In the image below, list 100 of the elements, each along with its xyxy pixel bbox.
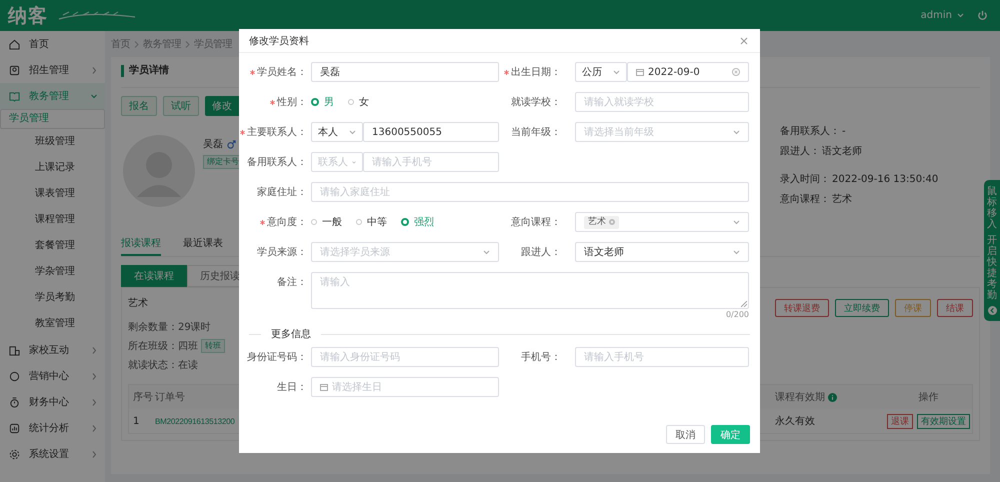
breadcrumb-link[interactable]: 学员管理 [194,37,232,51]
field-label: 身份证号码： [247,351,307,364]
action-button[interactable]: 报名 [121,96,157,116]
info-label: 意向课程： [780,194,830,206]
calendar-type-select[interactable]: 公历 [575,62,627,82]
cancel-button[interactable]: 取消 [666,425,705,444]
row-action-button[interactable]: 退课 [887,414,913,428]
info-label: 录入时间： [780,174,830,186]
chevron-icon [134,40,139,48]
confirm-button[interactable]: 确定 [711,425,750,444]
quick-attendance-tab[interactable]: 鼠标移入 开启快捷考勤 [984,180,1000,321]
sidebar-item[interactable]: 营销中心 [0,363,105,389]
course-chip[interactable]: 艺术 [584,216,619,228]
select-field[interactable]: 语文老师 [575,242,749,262]
column-header: 操作 [918,391,940,404]
sidebar-subitem[interactable]: 学员管理 [0,109,105,129]
field-label: 学员姓名： [257,66,307,79]
sidebar-subitem[interactable]: 上课记录 [0,155,105,181]
transfer-tag[interactable]: 转班 [201,339,225,353]
clear-icon[interactable] [732,68,740,76]
radio-option[interactable]: 一般 [311,215,342,229]
row-action-button[interactable]: 有效期设置 [917,414,970,428]
caret-icon [613,70,620,74]
calendar-icon [320,383,328,391]
gear-icon [9,448,20,460]
remove-icon[interactable] [609,219,615,225]
course-detail: 就读状态：在读 [128,358,198,372]
tab[interactable]: 最近课表 [183,232,223,256]
select-field[interactable]: 请选择当前年级 [575,122,749,142]
logo: 纳客 [8,4,48,28]
tab[interactable]: 报读课程 [121,232,161,256]
chevron-icon [91,424,97,432]
input-field[interactable]: 请输入就读学校 [575,92,749,112]
field-label: 备用联系人： [247,156,307,169]
contact-select[interactable]: 本人 [311,122,363,142]
radio-option[interactable]: 男 [311,95,334,109]
field-label: 意向度： [267,216,307,229]
section-heading: 更多信息 [271,328,311,341]
date-field[interactable]: 2022-09-0 [627,62,749,82]
input-field[interactable]: 请输入家庭住址 [311,182,749,202]
caret-icon [733,220,740,224]
student-name: 吴磊 [203,138,223,151]
sidebar-subitem[interactable]: 教室管理 [0,311,105,337]
caret-icon [957,13,964,18]
field-label: 跟进人： [521,246,561,259]
sidebar-item[interactable]: 财务中心 [0,389,105,415]
field-label: 备注： [277,276,307,289]
breadcrumb-link[interactable]: 首页 [111,37,130,51]
sidebar-item[interactable]: 教务管理 [0,83,105,109]
sidebar-subitem[interactable]: 班级管理 [0,129,105,155]
user-menu[interactable]: admin [920,10,952,21]
close-icon[interactable] [740,36,748,44]
course-name: 艺术 [128,296,149,310]
sidebar-item[interactable]: 招生管理 [0,57,105,83]
info-value: 2022-09-16 13:50:40 [832,174,938,186]
sidebar-subitem[interactable]: 课表管理 [0,181,105,207]
breadcrumb-link[interactable]: 教务管理 [143,37,181,51]
input-field[interactable]: 吴磊 [311,62,499,82]
phone-field[interactable]: 请输入手机号 [363,152,499,172]
radio-option[interactable]: 女 [348,95,369,109]
sidebar-item[interactable]: 统计分析 [0,415,105,441]
sidebar-subitem[interactable]: 学员考勤 [0,285,105,311]
chart-icon [9,422,20,434]
caret-icon [733,250,740,254]
sidebar-item[interactable]: 首页 [0,31,105,57]
field-label: 生日： [277,380,307,394]
course-action-button[interactable]: 立即续费 [835,299,889,317]
field-label: 主要联系人： [247,126,307,139]
action-button[interactable]: 试听 [163,96,199,116]
sidebar-subitem[interactable]: 课程管理 [0,207,105,233]
sidebar-subitem[interactable]: 套餐管理 [0,233,105,259]
select-field[interactable]: 请选择学员来源 [311,242,499,262]
course-select[interactable]: 艺术 [575,212,749,232]
contact-select[interactable]: 联系人 [311,152,363,172]
power-icon[interactable] [977,10,988,21]
sidebar-item[interactable]: 系统设置 [0,441,105,467]
info-value: 语文老师 [822,146,862,158]
circle-icon [9,370,20,382]
subtab[interactable]: 在读课程 [121,265,187,287]
course-action-button[interactable]: 转课退费 [775,299,829,317]
input-field[interactable]: 请输入手机号 [575,347,749,367]
caret-icon [483,250,490,254]
calendar-icon [636,68,644,76]
course-detail: 所在班级：四班 [128,340,198,353]
phone-field[interactable]: 13600550055 [363,122,499,142]
resize-grip-icon[interactable] [741,301,747,307]
sidebar-subitem[interactable]: 学杂管理 [0,259,105,285]
caret-icon [733,130,740,134]
tab-text: 鼠标移入 [987,186,997,230]
radio-option[interactable]: 中等 [356,215,387,229]
input-field[interactable]: 请输入身份证号码 [311,347,499,367]
course-action-button[interactable]: 结课 [937,299,973,317]
caret-icon [349,130,356,134]
chevron-icon [91,346,97,354]
chevron-icon [91,450,97,458]
course-action-button[interactable]: 停课 [895,299,931,317]
radio-option[interactable]: 强烈 [401,215,434,229]
sidebar-item[interactable]: 家校互动 [0,337,105,363]
notes-textarea[interactable]: 请输入 [311,272,749,309]
date-field[interactable]: 请选择生日 [311,377,499,397]
